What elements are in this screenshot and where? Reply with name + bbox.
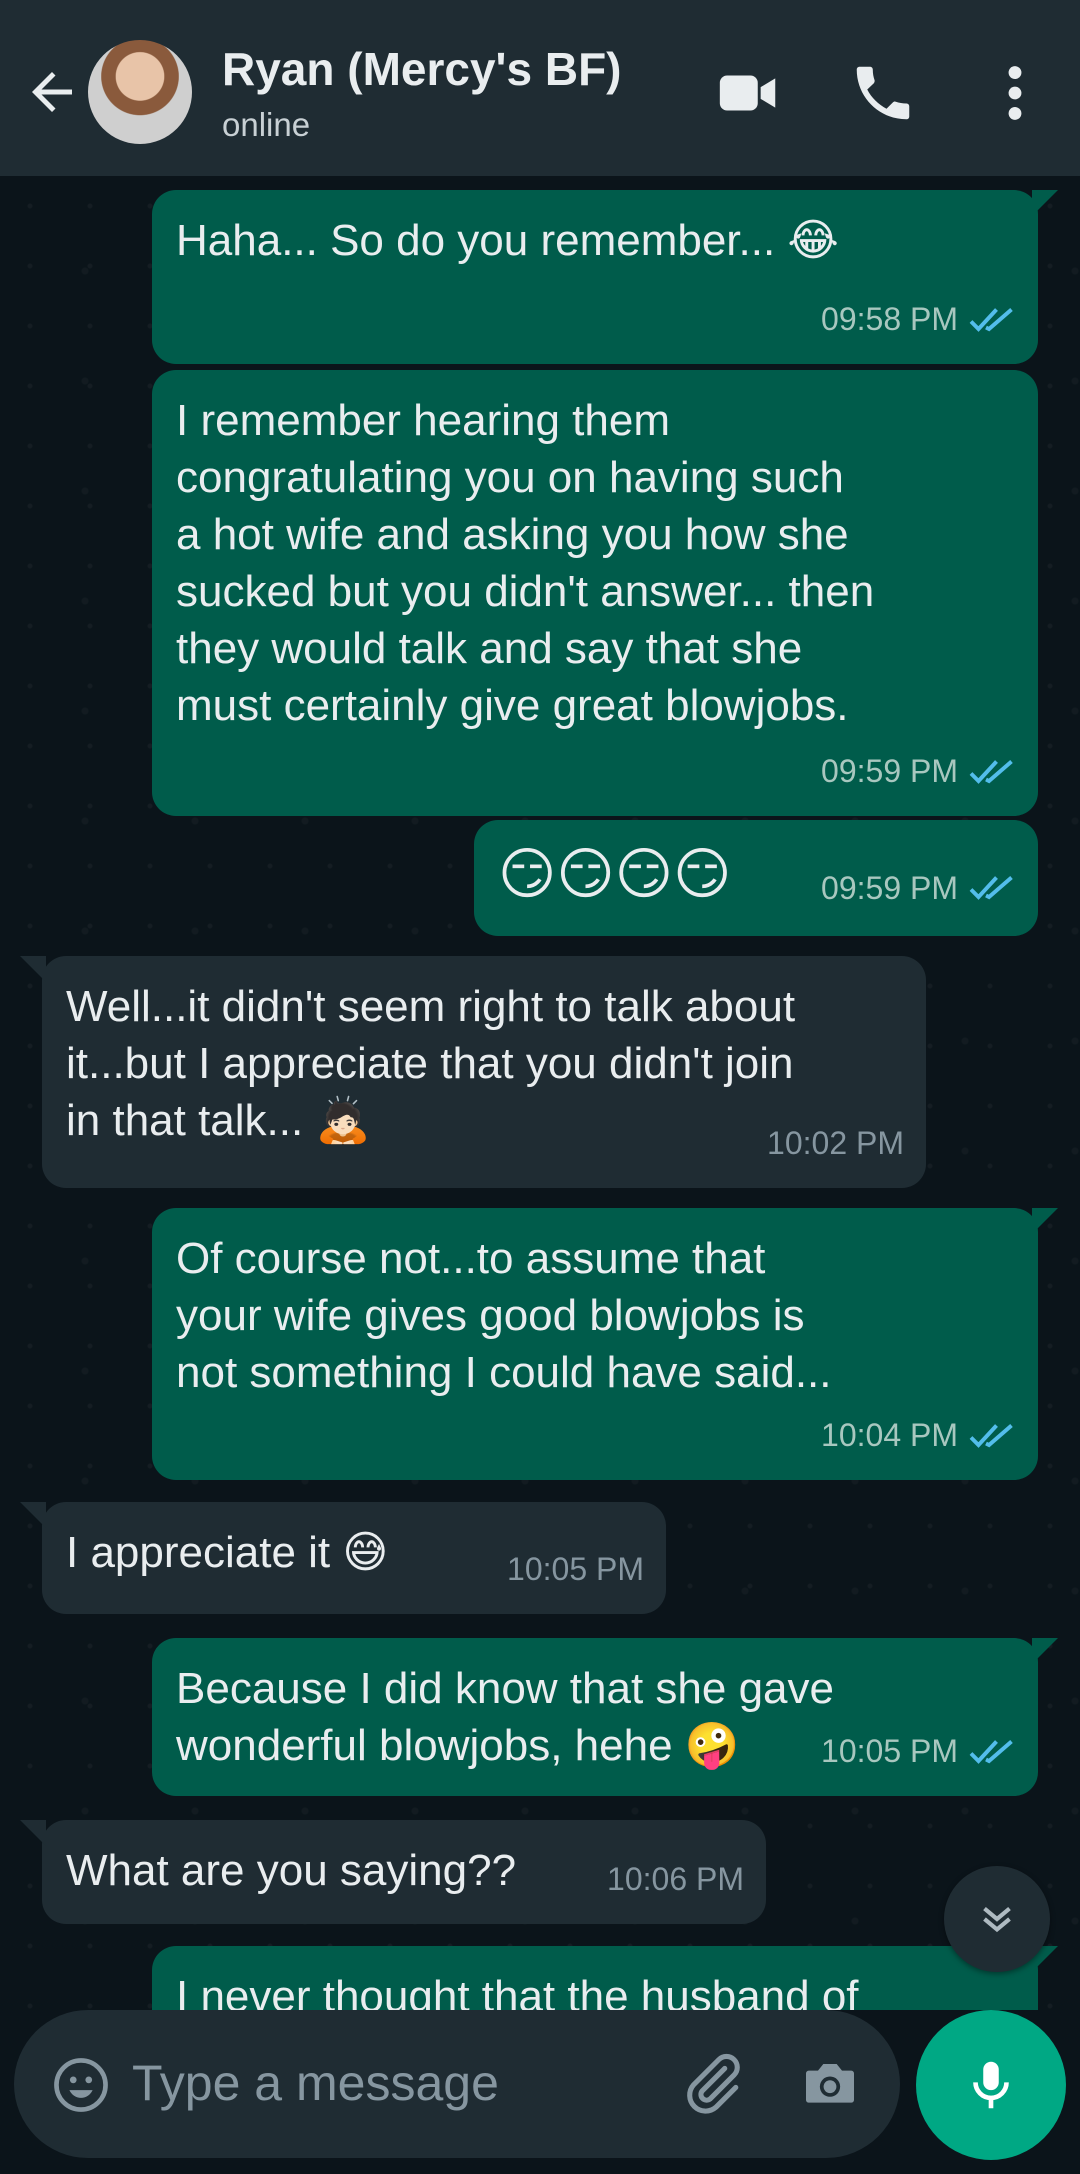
attach-icon[interactable] [678, 2050, 746, 2118]
mic-icon [973, 2061, 1009, 2109]
message-meta: 09:59 PM [821, 856, 1016, 920]
message-meta: 10:06 PM [607, 1851, 744, 1908]
message-input[interactable]: Type a message [132, 2054, 499, 2112]
message-outgoing[interactable]: I remember hearing them congratulating y… [152, 370, 1038, 816]
double-check-icon [969, 759, 1013, 784]
message-time: 09:58 PM [821, 301, 958, 337]
message-outgoing[interactable]: Haha... So do you remember... 😂 09:58 PM [152, 190, 1038, 364]
bubble-tail [1032, 1638, 1058, 1664]
message-outgoing[interactable]: 😏😏😏😏 09:59 PM [474, 820, 1038, 936]
bubble-tail [20, 956, 46, 982]
message-text: Haha... So do you remember... 😂 [176, 216, 839, 265]
back-arrow-icon[interactable] [22, 62, 82, 122]
message-time: 10:02 PM [767, 1125, 904, 1161]
double-check-icon [969, 876, 1013, 900]
message-outgoing[interactable]: Because I did know that she gave wonderf… [152, 1638, 1038, 1796]
bubble-tail [1032, 1208, 1058, 1234]
message-time: 10:04 PM [821, 1417, 958, 1453]
scroll-to-bottom-button[interactable] [944, 1866, 1050, 1972]
message-time: 10:06 PM [607, 1861, 744, 1897]
video-call-icon[interactable] [714, 58, 784, 128]
message-list[interactable]: Haha... So do you remember... 😂 09:58 PM… [0, 176, 1080, 2010]
message-time: 09:59 PM [821, 870, 958, 906]
voice-message-button[interactable] [916, 2010, 1066, 2160]
avatar[interactable] [88, 40, 192, 144]
message-meta: 09:59 PM [821, 743, 1016, 800]
message-incoming[interactable]: Well...it didn't seem right to talk abou… [42, 956, 926, 1188]
emoji-icon[interactable] [50, 2054, 112, 2116]
more-vert-icon[interactable] [980, 58, 1050, 128]
chat-header: Ryan (Mercy's BF) online [0, 0, 1080, 176]
message-text: I remember hearing them congratulating y… [176, 396, 875, 730]
message-incoming[interactable]: I appreciate it 😅 10:05 PM [42, 1502, 666, 1614]
message-meta: 10:02 PM [767, 1115, 904, 1172]
message-time: 09:59 PM [821, 753, 958, 789]
contact-status: online [222, 106, 311, 143]
message-meta: 10:04 PM [821, 1407, 1016, 1464]
message-text: I never thought that the husband of [176, 1972, 859, 2010]
message-meta: 10:05 PM [821, 1723, 1016, 1780]
message-outgoing[interactable]: Of course not...to assume that your wife… [152, 1208, 1038, 1480]
message-outgoing[interactable]: I never thought that the husband of [152, 1946, 1038, 2010]
double-check-icon [969, 307, 1013, 332]
message-time: 10:05 PM [507, 1551, 644, 1587]
message-meta: 10:05 PM [507, 1541, 644, 1598]
message-meta: 09:58 PM [821, 291, 1016, 348]
chevron-down-icon [983, 1906, 1011, 1933]
message-text: Of course not...to assume that your wife… [176, 1234, 832, 1397]
message-composer[interactable]: Type a message [14, 2010, 900, 2158]
contact-name[interactable]: Ryan (Mercy's BF) [222, 42, 622, 96]
double-check-icon [969, 1739, 1013, 1764]
bubble-tail [20, 1820, 46, 1846]
phone-icon[interactable] [848, 58, 918, 128]
bubble-tail [20, 1502, 46, 1528]
camera-icon[interactable] [798, 2052, 862, 2116]
bubble-tail [1032, 190, 1058, 216]
message-incoming[interactable]: What are you saying?? 10:06 PM [42, 1820, 766, 1924]
double-check-icon [969, 1423, 1013, 1448]
message-time: 10:05 PM [821, 1733, 958, 1769]
